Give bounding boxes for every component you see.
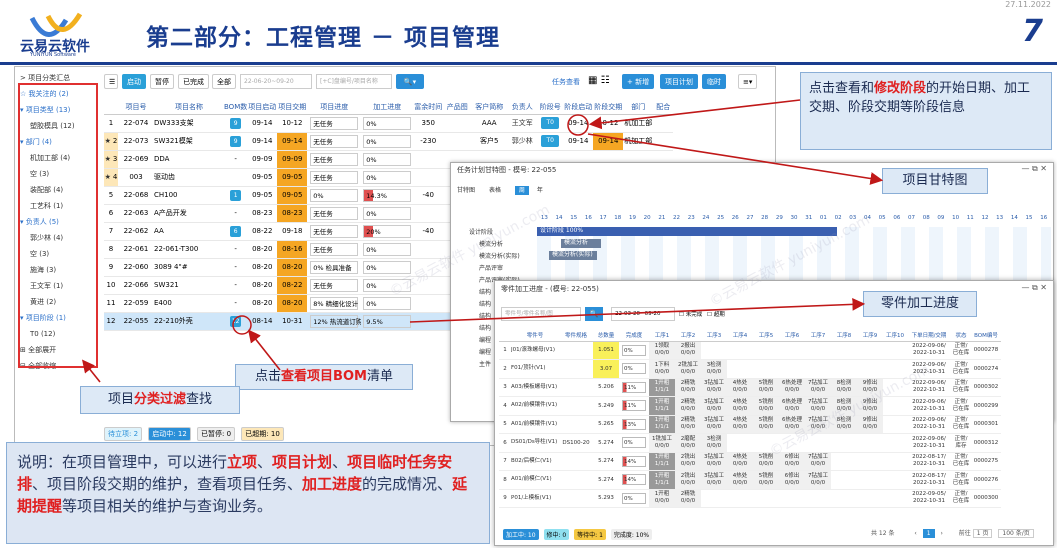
callout-arrows: [82, 99, 884, 383]
